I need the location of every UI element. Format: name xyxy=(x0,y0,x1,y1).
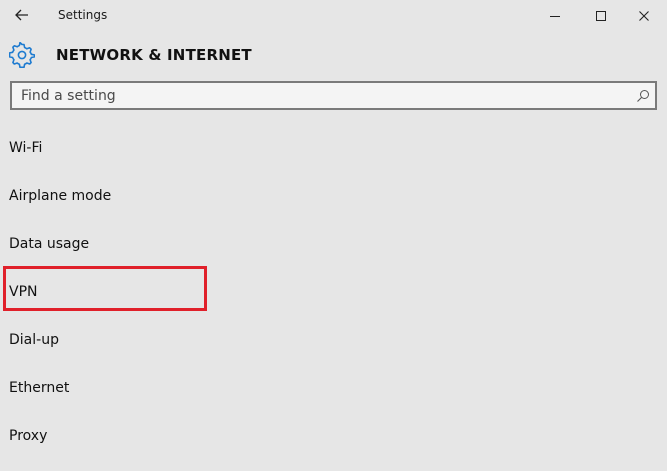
page-title: NETWORK & INTERNET xyxy=(56,46,252,64)
search-icon[interactable] xyxy=(634,87,651,104)
close-icon xyxy=(639,10,649,21)
nav-item-data-usage[interactable]: Data usage xyxy=(0,220,300,268)
gear-icon xyxy=(8,41,36,69)
back-button[interactable] xyxy=(8,3,36,27)
nav-item-proxy[interactable]: Proxy xyxy=(0,412,300,460)
close-button[interactable] xyxy=(622,0,666,31)
window-title: Settings xyxy=(58,8,108,22)
page-header: NETWORK & INTERNET xyxy=(8,40,252,70)
title-bar: Settings xyxy=(0,0,667,31)
maximize-button[interactable] xyxy=(579,0,623,31)
nav-item-dial-up[interactable]: Dial-up xyxy=(0,316,300,364)
nav-item-airplane-mode[interactable]: Airplane mode xyxy=(0,172,300,220)
search-box xyxy=(10,81,657,110)
nav-item-vpn[interactable]: VPN xyxy=(0,268,300,316)
minimize-icon xyxy=(550,15,560,17)
nav-item-ethernet[interactable]: Ethernet xyxy=(0,364,300,412)
back-arrow-icon xyxy=(15,9,28,21)
nav-item-wifi[interactable]: Wi-Fi xyxy=(0,124,300,172)
maximize-icon xyxy=(596,10,606,21)
search-input[interactable] xyxy=(12,83,631,108)
minimize-button[interactable] xyxy=(533,0,577,31)
